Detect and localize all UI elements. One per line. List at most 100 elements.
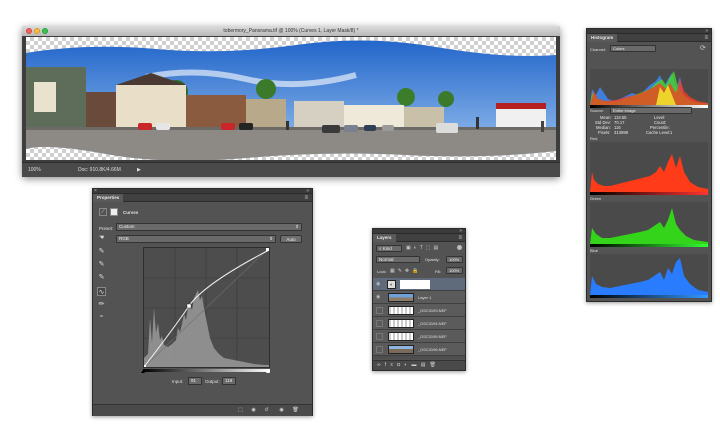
reset-icon[interactable]: ↺ — [262, 406, 271, 415]
fill-label: Fill: — [435, 269, 442, 274]
preset-value: Custom — [119, 224, 135, 229]
histogram-statistics: Mean: 119.55 Std Dev: 70.17 Median: 116 … — [590, 115, 708, 141]
image-canvas[interactable] — [26, 37, 556, 160]
draw-curve-pencil-icon[interactable]: ✏ — [97, 300, 106, 309]
view-previous-state-icon[interactable]: ◉ — [249, 406, 258, 415]
panel-menu-icon[interactable]: ≡ — [458, 235, 462, 241]
source-select[interactable]: Entire Image — [610, 107, 692, 114]
zoom-window-button[interactable] — [42, 28, 48, 34]
filter-toggle-icon[interactable] — [457, 245, 462, 250]
panorama-image — [26, 40, 556, 160]
close-window-button[interactable] — [26, 28, 32, 34]
visibility-toggle-icon[interactable] — [376, 307, 383, 314]
visibility-eye-icon[interactable]: ◉ — [376, 294, 383, 301]
layer-mask-icon[interactable] — [110, 208, 118, 216]
clip-to-layer-icon[interactable]: ⬚ — [236, 406, 245, 415]
trash-icon[interactable]: 🗑 — [291, 406, 300, 415]
panel-menu-icon[interactable]: ≡ — [704, 35, 708, 41]
preset-label: Preset: — [99, 226, 114, 231]
cache-level-value: 1 — [670, 130, 673, 135]
blue-gradient-bar — [590, 295, 708, 298]
layer-mask-thumbnail[interactable] — [400, 280, 430, 289]
visibility-eye-icon[interactable]: ◉ — [376, 281, 383, 288]
channel-select[interactable]: RGB ⇕ — [116, 235, 276, 243]
chevron-down-icon: ⇕ — [295, 224, 299, 229]
close-panel-icon[interactable]: × — [94, 188, 97, 194]
input-field[interactable]: 91 — [188, 377, 202, 385]
panel-tabs: Properties ≡ — [93, 194, 312, 202]
properties-panel: × » Properties ≡ ⟋ Curves Preset: Custom… — [92, 188, 313, 416]
panel-menu-icon[interactable]: ≡ — [304, 195, 308, 201]
gray-point-eyedropper-icon[interactable]: ✎ — [97, 260, 106, 269]
preset-select[interactable]: Custom ⇕ — [116, 223, 302, 231]
black-slider-handle[interactable] — [141, 370, 145, 373]
output-label: Output: — [205, 379, 220, 384]
minimize-window-button[interactable] — [34, 28, 40, 34]
red-channel-label: Red — [590, 136, 598, 141]
opacity-field[interactable]: 100% — [446, 256, 463, 263]
tab-properties[interactable]: Properties — [93, 194, 124, 202]
smooth-curve-icon[interactable]: ≈ — [97, 313, 106, 322]
layer-thumbnail — [388, 345, 414, 354]
fill-field[interactable]: 100% — [446, 267, 463, 274]
filter-kind-select[interactable]: ⌕ Kind — [376, 245, 402, 252]
new-adjustment-icon[interactable]: ◐ — [404, 362, 411, 368]
document-window: tobermory_Panorama.tif @ 100% (Curves 1,… — [22, 26, 560, 177]
zoom-level[interactable]: 100% — [28, 163, 41, 177]
channel-select[interactable]: Colors — [610, 45, 656, 52]
layer-name: Layer 1 — [418, 295, 432, 300]
layer-row-dsc3193[interactable]: _DSC3193.NEF — [373, 304, 465, 317]
green-histogram-svg — [590, 208, 708, 244]
document-status-bar: 100% Doc: 910.8K/4.66M ▶ — [22, 162, 560, 177]
layer-row-dsc3194[interactable]: _DSC3194.NEF — [373, 317, 465, 330]
layer-row-layer1[interactable]: ◉ Layer 1 — [373, 291, 465, 304]
visibility-toggle-icon[interactable] — [376, 320, 383, 327]
layer-row-dsc3196[interactable]: _DSC3196.NEF — [373, 343, 465, 356]
visibility-toggle-icon[interactable] — [376, 333, 383, 340]
opacity-label: Opacity: — [425, 257, 440, 262]
visibility-eye-icon[interactable]: ◉ — [277, 406, 286, 415]
visibility-toggle-icon[interactable] — [376, 346, 383, 353]
collapse-panel-icon[interactable]: » — [459, 228, 462, 234]
layer-row-curves[interactable]: ◉ ◐ — [373, 278, 465, 291]
lock-icons[interactable]: ▦✎✥🔒 — [390, 268, 421, 274]
layer-row-dsc3195[interactable]: _DSC3195.NEF — [373, 330, 465, 343]
link-layers-icon[interactable]: ∞ — [377, 362, 385, 368]
layers-list: ◉ ◐ ◉ Layer 1 _DSC3193.NEF _DSC3194.NEF … — [373, 278, 465, 359]
status-menu-arrow-icon[interactable]: ▶ — [137, 163, 141, 177]
pixels-label: Pixels: — [598, 130, 611, 135]
collapse-panel-icon[interactable]: » — [705, 28, 708, 34]
channel-label: Channel: — [590, 47, 607, 52]
cache-level-label: Cache Level: — [646, 130, 671, 135]
tab-histogram[interactable]: Histogram — [587, 34, 618, 42]
output-field[interactable]: 119 — [222, 377, 236, 385]
channel-value: Colors — [613, 46, 625, 51]
trash-icon[interactable]: 🗑 — [430, 362, 441, 368]
tab-layers[interactable]: Layers — [373, 234, 396, 242]
lock-label: Lock: — [377, 269, 387, 274]
refresh-icon[interactable]: ⟳ — [700, 44, 706, 52]
document-title-bar[interactable]: tobermory_Panorama.tif @ 100% (Curves 1,… — [22, 26, 560, 36]
channel-value: RGB — [119, 236, 129, 241]
collapse-panel-icon[interactable]: » — [306, 188, 309, 194]
filter-icons[interactable]: ▣◐T⬚▤ — [406, 245, 441, 251]
white-point-eyedropper-icon[interactable]: ✎ — [97, 273, 106, 282]
edit-points-curve-icon[interactable]: ∿ — [97, 287, 106, 296]
targeted-adjustment-icon[interactable]: ☚ — [97, 234, 106, 243]
blend-mode-select[interactable]: Normal — [376, 256, 420, 263]
new-layer-icon[interactable]: ▤ — [421, 362, 430, 368]
black-point-eyedropper-icon[interactable]: ✎ — [97, 247, 106, 256]
curves-graph[interactable] — [143, 247, 270, 368]
chevron-down-icon: ⇕ — [269, 236, 273, 241]
new-group-icon[interactable]: ▬ — [412, 362, 421, 368]
white-slider-handle[interactable] — [266, 370, 270, 373]
auto-button[interactable]: Auto — [280, 235, 302, 243]
colors-histogram-svg — [590, 71, 708, 105]
curves-adjustment-icon: ◐ — [387, 280, 396, 289]
layers-panel: » Layers ≡ ⌕ Kind ▣◐T⬚▤ Normal Opacity: … — [372, 228, 466, 371]
layer-thumbnail — [388, 293, 414, 302]
curves-graph-svg — [143, 247, 270, 368]
document-size-info[interactable]: Doc: 910.8K/4.66M — [78, 163, 121, 177]
fx-icon[interactable]: fx — [385, 362, 397, 368]
blend-mode-value: Normal — [379, 257, 394, 262]
